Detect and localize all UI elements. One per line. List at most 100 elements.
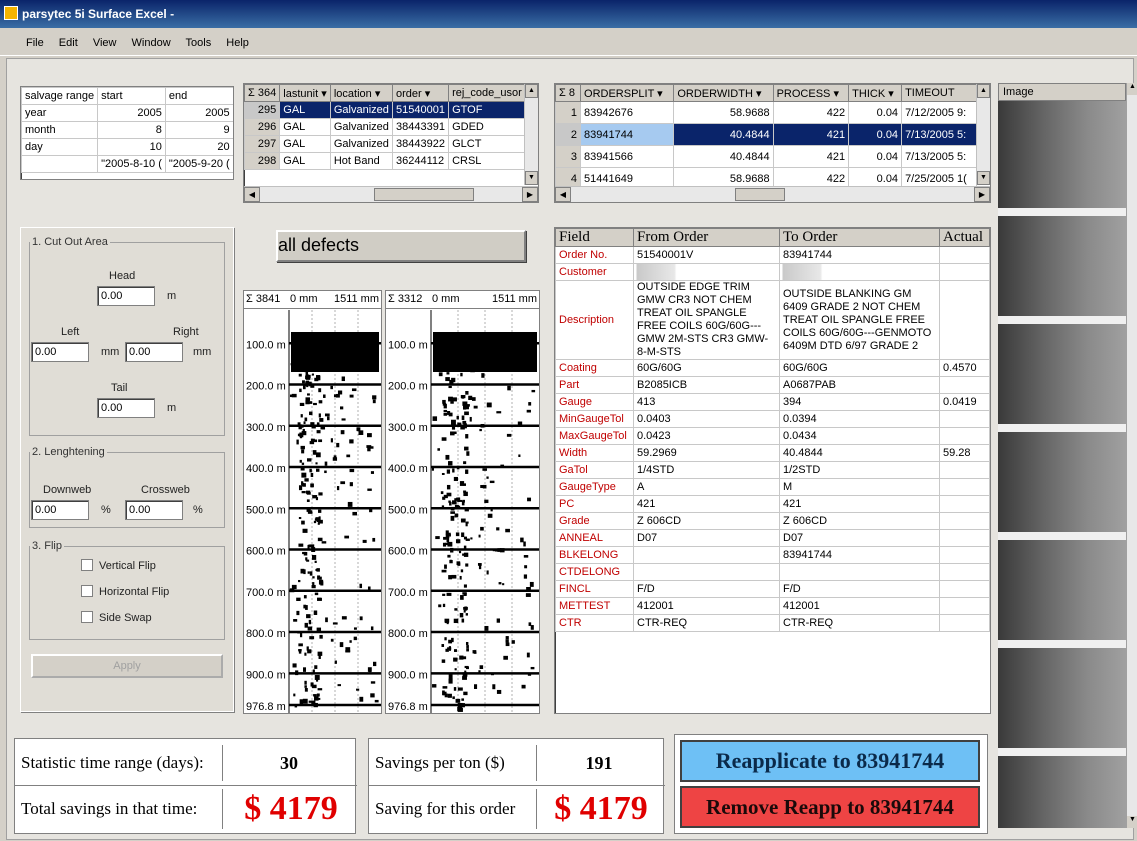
scroll-down-icon[interactable]: ▼ [525,171,538,185]
table-row[interactable]: Description OUTSIDE EDGE TRIM GMW CR3 NOT… [555,280,990,360]
salvage-cell[interactable]: 8 [97,121,166,139]
dropdown-arrow-icon[interactable]: ▾ [833,88,839,100]
side-swap-checkbox[interactable] [81,611,93,623]
table-row[interactable]: Part B2085ICB A0687PAB [555,376,990,394]
table-row[interactable]: CTR CTR-REQ CTR-REQ [555,614,990,632]
table-row[interactable]: 296 GAL Galvanized 38443391 GDED [244,118,526,136]
table-row[interactable]: MinGaugeTol 0.0403 0.0394 [555,410,990,428]
downweb-input[interactable]: 0.00 [31,500,89,520]
column-header-lastunit[interactable]: lastunit ▾ [279,84,331,102]
order-list-vscroll[interactable]: ▲ ▼ [976,84,990,185]
column-header-order[interactable]: order ▾ [392,84,450,102]
menu-tools[interactable]: Tools [186,37,212,49]
scroll-thumb[interactable] [374,188,474,201]
salvage-cell[interactable]: 10 [97,138,166,156]
left-input[interactable]: 0.00 [31,342,89,362]
column-header-thick[interactable]: THICK ▾ [848,84,903,102]
scroll-up-icon[interactable]: ▲ [525,84,538,98]
table-row[interactable]: METTEST 412001 412001 [555,597,990,615]
horizontal-flip-checkbox[interactable] [81,585,93,597]
column-header-timeout[interactable]: TIMEOUT [901,84,977,102]
salvage-cell[interactable]: 2005 [97,104,166,122]
table-row[interactable]: ANNEAL D07 D07 [555,529,990,547]
dropdown-arrow-icon[interactable]: ▾ [425,88,431,100]
table-row[interactable]: Grade Z 606CD Z 606CD [555,512,990,530]
coil-list-grid[interactable]: Σ 364 lastunit ▾ location ▾ order ▾ rej_… [243,83,539,203]
salvage-cell[interactable]: 2005 [164,104,233,122]
crossweb-input[interactable]: 0.00 [125,500,183,520]
defect-mark [305,380,310,384]
salvage-cell[interactable]: "2005-9-20 ( [164,155,233,173]
table-row[interactable]: 2 83941744 40.4844 421 0.04 7/13/2005 5: [555,123,977,146]
menu-file[interactable]: File [26,37,44,49]
column-header-ordersplit[interactable]: ORDERSPLIT ▾ [580,84,675,102]
table-row[interactable]: MaxGaugeTol 0.0423 0.0434 [555,427,990,445]
column-header-rej-code[interactable]: rej_code_usor [448,84,526,102]
menu-window[interactable]: Window [132,37,171,49]
scroll-down-icon[interactable]: ▼ [1127,816,1137,828]
dropdown-arrow-icon[interactable]: ▾ [756,88,762,100]
time-range-value[interactable]: 30 [229,745,349,781]
menu-edit[interactable]: Edit [59,37,78,49]
table-row[interactable]: 1 83942676 58.9688 422 0.04 7/12/2005 9: [555,101,977,124]
table-row[interactable]: PC 421 421 [555,495,990,513]
table-row[interactable]: 298 GAL Hot Band 36244112 CRSL [244,152,526,170]
defect-map-from[interactable]: 100.0 m 200.0 m 300.0 m 400.0 m 500.0 m 600.0… [243,290,382,714]
scroll-left-icon[interactable]: ◀ [555,187,571,202]
table-row[interactable]: Coating 60G/60G 60G/60G 0.4570 [555,359,990,377]
table-row[interactable]: Customer [555,263,990,281]
salvage-range-grid[interactable]: salvage range start end year 2005 2005 m… [20,86,234,180]
tail-input[interactable]: 0.00 [97,398,155,418]
dropdown-arrow-icon[interactable]: ▾ [888,88,894,100]
remove-reapp-button[interactable]: Remove Reapp to 83941744 [680,786,980,828]
table-row[interactable]: GaTol 1/4STD 1/2STD [555,461,990,479]
dropdown-arrow-icon[interactable]: ▾ [375,88,381,100]
row-number: 298 [244,152,281,170]
scroll-down-icon[interactable]: ▼ [977,171,990,185]
coil-list-hscroll[interactable]: ◀ ▶ [244,186,538,202]
salvage-cell[interactable]: 20 [164,138,233,156]
table-row[interactable]: 297 GAL Galvanized 38443922 GLCT [244,135,526,153]
table-row[interactable]: Width 59.2969 40.4844 59.28 [555,444,990,462]
order-comparison-grid[interactable]: Field From Order To Order Actual Order N… [554,227,991,714]
dropdown-arrow-icon[interactable]: ▾ [657,88,663,100]
scroll-right-icon[interactable]: ▶ [974,187,990,202]
table-row[interactable]: 3 83941566 40.4844 421 0.04 7/13/2005 5: [555,145,977,168]
menu-help[interactable]: Help [226,37,249,49]
order-list-grid[interactable]: Σ 8 ORDERSPLIT ▾ ORDERWIDTH ▾ PROCESS ▾ … [554,83,991,203]
defect-map-to[interactable]: 100.0 m 200.0 m 300.0 m 400.0 m 500.0 m 600.0… [385,290,540,714]
table-row[interactable]: BLKELONG 83941744 [555,546,990,564]
table-row[interactable]: CTDELONG [555,563,990,581]
coil-list-vscroll[interactable]: ▲ ▼ [524,84,538,185]
menu-view[interactable]: View [93,37,117,49]
all-defects-button[interactable]: all defects [276,230,526,262]
table-row[interactable]: GaugeType A M [555,478,990,496]
dropdown-arrow-icon[interactable]: ▾ [321,88,327,100]
order-list-hscroll[interactable]: ◀ ▶ [555,186,990,202]
table-row[interactable]: FINCL F/D F/D [555,580,990,598]
defect-mark [447,693,452,698]
table-row[interactable]: Gauge 413 394 0.0419 [555,393,990,411]
reapplicate-button[interactable]: Reapplicate to 83941744 [680,740,980,782]
table-row[interactable]: 295 GAL Galvanized 51540001 GTOF [244,101,526,119]
table-row[interactable]: Order No. 51540001V 83941744 [555,246,990,264]
image-panel-vscroll[interactable]: ▲ ▼ [1126,83,1137,828]
scroll-up-icon[interactable]: ▲ [977,84,990,98]
vertical-flip-checkbox[interactable] [81,559,93,571]
scroll-thumb[interactable] [735,188,785,201]
order-count: Σ 8 [555,84,582,102]
column-header-orderwidth[interactable]: ORDERWIDTH ▾ [673,84,774,102]
apply-button[interactable]: Apply [31,654,223,678]
salvage-cell[interactable]: 9 [164,121,233,139]
cell: 36244112 [392,152,450,170]
column-header-process[interactable]: PROCESS ▾ [772,84,850,102]
scroll-left-icon[interactable]: ◀ [244,187,260,202]
scroll-right-icon[interactable]: ▶ [522,187,538,202]
salvage-cell[interactable]: "2005-8-10 ( [97,155,166,173]
column-header-location[interactable]: location ▾ [329,84,394,102]
defect-mark [303,595,307,599]
scroll-up-icon[interactable]: ▲ [1127,83,1137,95]
savings-per-ton-value[interactable]: 191 [539,745,659,781]
right-input[interactable]: 0.00 [125,342,183,362]
head-input[interactable]: 0.00 [97,286,155,306]
